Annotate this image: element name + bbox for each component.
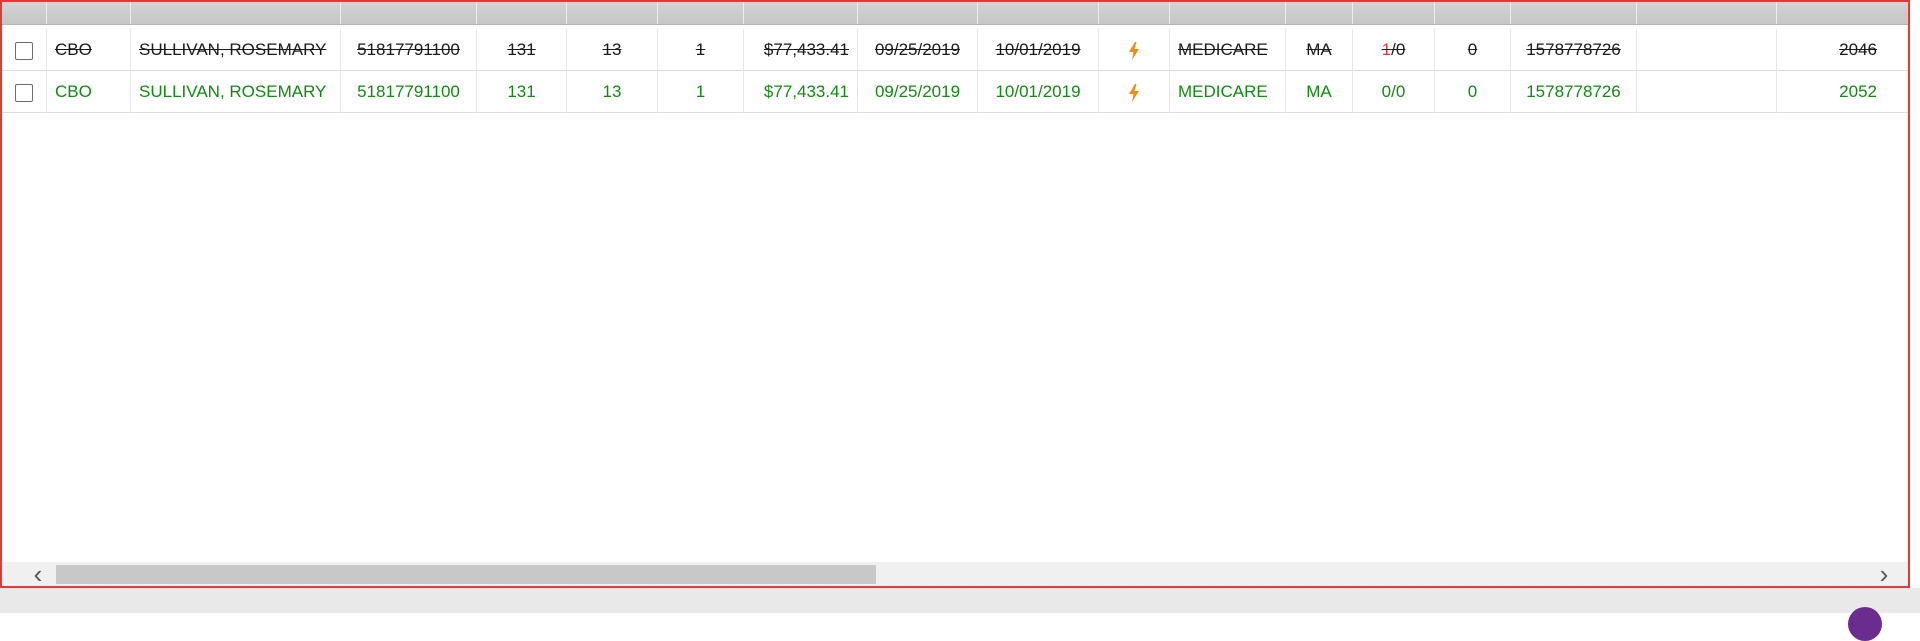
account-cell: 51817791100 (341, 71, 477, 113)
last-cell: 2046 (1777, 29, 1908, 71)
header-cell-select[interactable] (2, 2, 47, 24)
date-to-cell: 10/01/2019 (978, 29, 1099, 71)
date-from-cell: 09/25/2019 (858, 71, 978, 113)
last-cell: 2052 (1777, 71, 1908, 113)
scrollbar-thumb[interactable] (56, 565, 876, 584)
amount-cell: $77,433.41 (744, 71, 858, 113)
ratio-right-value: /0 (1391, 82, 1406, 101)
data-grid: CBO SULLIVAN, ROSEMARY 51817791100 131 1… (0, 0, 1910, 588)
header-cell-zero[interactable] (1435, 2, 1511, 24)
icon-cell (1099, 71, 1170, 113)
header-cell-date-to[interactable] (978, 2, 1099, 24)
ratio-cell: 0/0 (1353, 71, 1435, 113)
header-cell-npi[interactable] (1511, 2, 1637, 24)
npi-cell: 1578778726 (1511, 71, 1637, 113)
zero-cell: 0 (1435, 71, 1511, 113)
scroll-right-icon[interactable]: › (1872, 561, 1896, 586)
grid-header (2, 2, 1908, 25)
footer-bar (0, 588, 1920, 613)
facility-cell: CBO (47, 29, 131, 71)
header-cell-blank[interactable] (1637, 2, 1777, 24)
header-cell-code-b[interactable] (567, 2, 658, 24)
header-cell-state[interactable] (1286, 2, 1353, 24)
horizontal-scrollbar[interactable]: ‹ › (2, 561, 1908, 586)
npi-cell: 1578778726 (1511, 29, 1637, 71)
payer-cell: MEDICARE (1170, 71, 1286, 113)
header-cell-date-from[interactable] (858, 2, 978, 24)
count-cell: 1 (658, 29, 744, 71)
patient-cell: SULLIVAN, ROSEMARY (131, 71, 341, 113)
date-from-cell: 09/25/2019 (858, 29, 978, 71)
icon-cell (1099, 29, 1170, 71)
code-a-cell: 131 (477, 29, 567, 71)
header-cell-account[interactable] (341, 2, 477, 24)
ratio-cell: 1/0 (1353, 29, 1435, 71)
code-b-cell: 13 (567, 29, 658, 71)
table-row-current[interactable]: CBO SULLIVAN, ROSEMARY 51817791100 131 1… (2, 71, 1908, 113)
header-cell-amount[interactable] (744, 2, 858, 24)
header-cell-facility[interactable] (47, 2, 131, 24)
scroll-left-icon[interactable]: ‹ (26, 561, 50, 586)
table-row-superseded[interactable]: CBO SULLIVAN, ROSEMARY 51817791100 131 1… (2, 29, 1908, 71)
amount-cell: $77,433.41 (744, 29, 858, 71)
patient-cell: SULLIVAN, ROSEMARY (131, 29, 341, 71)
header-cell-patient[interactable] (131, 2, 341, 24)
blank-cell (1637, 29, 1777, 71)
blank-cell (1637, 71, 1777, 113)
date-to-cell: 10/01/2019 (978, 71, 1099, 113)
lightning-icon[interactable] (1128, 83, 1140, 102)
header-cell-icon[interactable] (1099, 2, 1170, 24)
header-cell-ratio[interactable] (1353, 2, 1435, 24)
account-cell: 51817791100 (341, 29, 477, 71)
ratio-left-value: 0 (1381, 82, 1392, 101)
assistant-launcher-icon[interactable] (1848, 607, 1882, 641)
ratio-left-value: 1 (1381, 40, 1392, 59)
code-b-cell: 13 (567, 71, 658, 113)
header-cell-last[interactable] (1777, 2, 1908, 24)
zero-cell: 0 (1435, 29, 1511, 71)
header-cell-payer[interactable] (1170, 2, 1286, 24)
row-select-cell (2, 29, 47, 71)
header-cell-count[interactable] (658, 2, 744, 24)
header-cell-code-a[interactable] (477, 2, 567, 24)
lightning-icon[interactable] (1128, 41, 1140, 60)
row-checkbox[interactable] (15, 83, 33, 102)
state-code-cell: MA (1286, 71, 1353, 113)
code-a-cell: 131 (477, 71, 567, 113)
row-checkbox[interactable] (15, 41, 33, 60)
row-select-cell (2, 71, 47, 113)
count-cell: 1 (658, 71, 744, 113)
facility-cell: CBO (47, 71, 131, 113)
payer-cell: MEDICARE (1170, 29, 1286, 71)
state-code-cell: MA (1286, 29, 1353, 71)
ratio-right-value: /0 (1391, 40, 1406, 59)
